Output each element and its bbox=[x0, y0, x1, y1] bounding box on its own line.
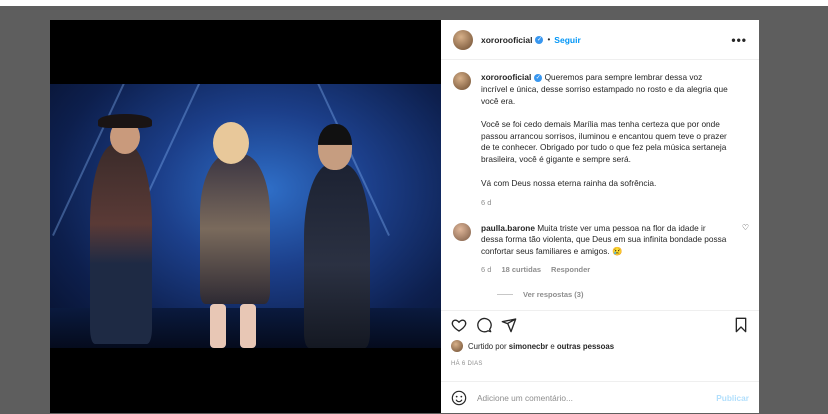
comment-age: 6 d bbox=[481, 265, 492, 275]
comment-item: paulla.barone Muita triste ver uma pesso… bbox=[453, 222, 749, 276]
liked-conj: e bbox=[550, 341, 555, 351]
post-header: xororooficial ✓ • Seguir ••• bbox=[441, 20, 759, 60]
comment-icon[interactable] bbox=[476, 317, 492, 333]
comment-input[interactable] bbox=[477, 392, 717, 403]
caption-paragraph: Você se foi cedo demais Marília mas tenh… bbox=[481, 118, 727, 165]
verified-icon: ✓ bbox=[534, 73, 543, 82]
post-panel: xororooficial ✓ • Seguir ••• xororoofici… bbox=[441, 20, 759, 413]
post-photo[interactable] bbox=[50, 84, 441, 348]
reply-button[interactable]: Responder bbox=[551, 264, 590, 276]
comment-avatar[interactable] bbox=[453, 222, 471, 241]
publish-button[interactable]: Publicar bbox=[716, 393, 749, 403]
comment-composer: Publicar bbox=[441, 381, 759, 413]
follow-button[interactable]: Seguir bbox=[554, 35, 580, 45]
liker-avatar[interactable] bbox=[451, 340, 463, 352]
caption-paragraph: Vá com Deus nossa eterna rainha da sofrê… bbox=[481, 177, 657, 188]
verified-icon: ✓ bbox=[535, 35, 544, 44]
comment-author[interactable]: paulla.barone bbox=[481, 223, 535, 233]
view-replies-button[interactable]: Ver respostas (3) bbox=[497, 290, 747, 299]
comment-like-icon[interactable]: ♡ bbox=[742, 223, 749, 232]
comment-meta: 6 d 18 curtidas Responder bbox=[481, 264, 729, 276]
liked-user[interactable]: simonecbr bbox=[509, 342, 548, 351]
heart-icon[interactable] bbox=[451, 317, 467, 333]
liked-prefix: Curtido por bbox=[468, 341, 507, 351]
caption-avatar[interactable] bbox=[453, 72, 471, 90]
comment-likes[interactable]: 18 curtidas bbox=[501, 264, 541, 276]
action-bar bbox=[441, 310, 759, 338]
caption-text: xororooficial ✓ Queremos para sempre lemb… bbox=[481, 72, 729, 209]
more-icon[interactable]: ••• bbox=[731, 33, 747, 47]
caption-age: 6 d bbox=[481, 197, 492, 207]
separator-dot: • bbox=[547, 35, 551, 44]
caption-author[interactable]: xororooficial bbox=[481, 72, 531, 82]
liked-others[interactable]: outras pessoas bbox=[557, 342, 614, 351]
comment-body: paulla.barone Muita triste ver uma pesso… bbox=[481, 223, 729, 276]
bookmark-icon[interactable] bbox=[733, 317, 749, 333]
emoji-icon[interactable] bbox=[451, 390, 467, 406]
liked-by: Curtido por simonecbr e outras pessoas bbox=[451, 340, 614, 352]
view-replies-label: Ver respostas (3) bbox=[523, 289, 584, 299]
caption: xororooficial ✓ Queremos para sempre lemb… bbox=[453, 72, 747, 209]
post-timestamp[interactable]: HÁ 6 DIAS bbox=[451, 361, 483, 367]
author-username[interactable]: xororooficial bbox=[481, 35, 532, 45]
post-media[interactable] bbox=[50, 20, 441, 413]
share-icon[interactable] bbox=[501, 317, 517, 333]
comments-area[interactable]: xororooficial ✓ Queremos para sempre lemb… bbox=[441, 60, 759, 326]
replies-divider bbox=[497, 293, 513, 295]
post-modal: xororooficial ✓ • Seguir ••• xororoofici… bbox=[50, 20, 759, 413]
author-avatar[interactable] bbox=[453, 29, 473, 50]
